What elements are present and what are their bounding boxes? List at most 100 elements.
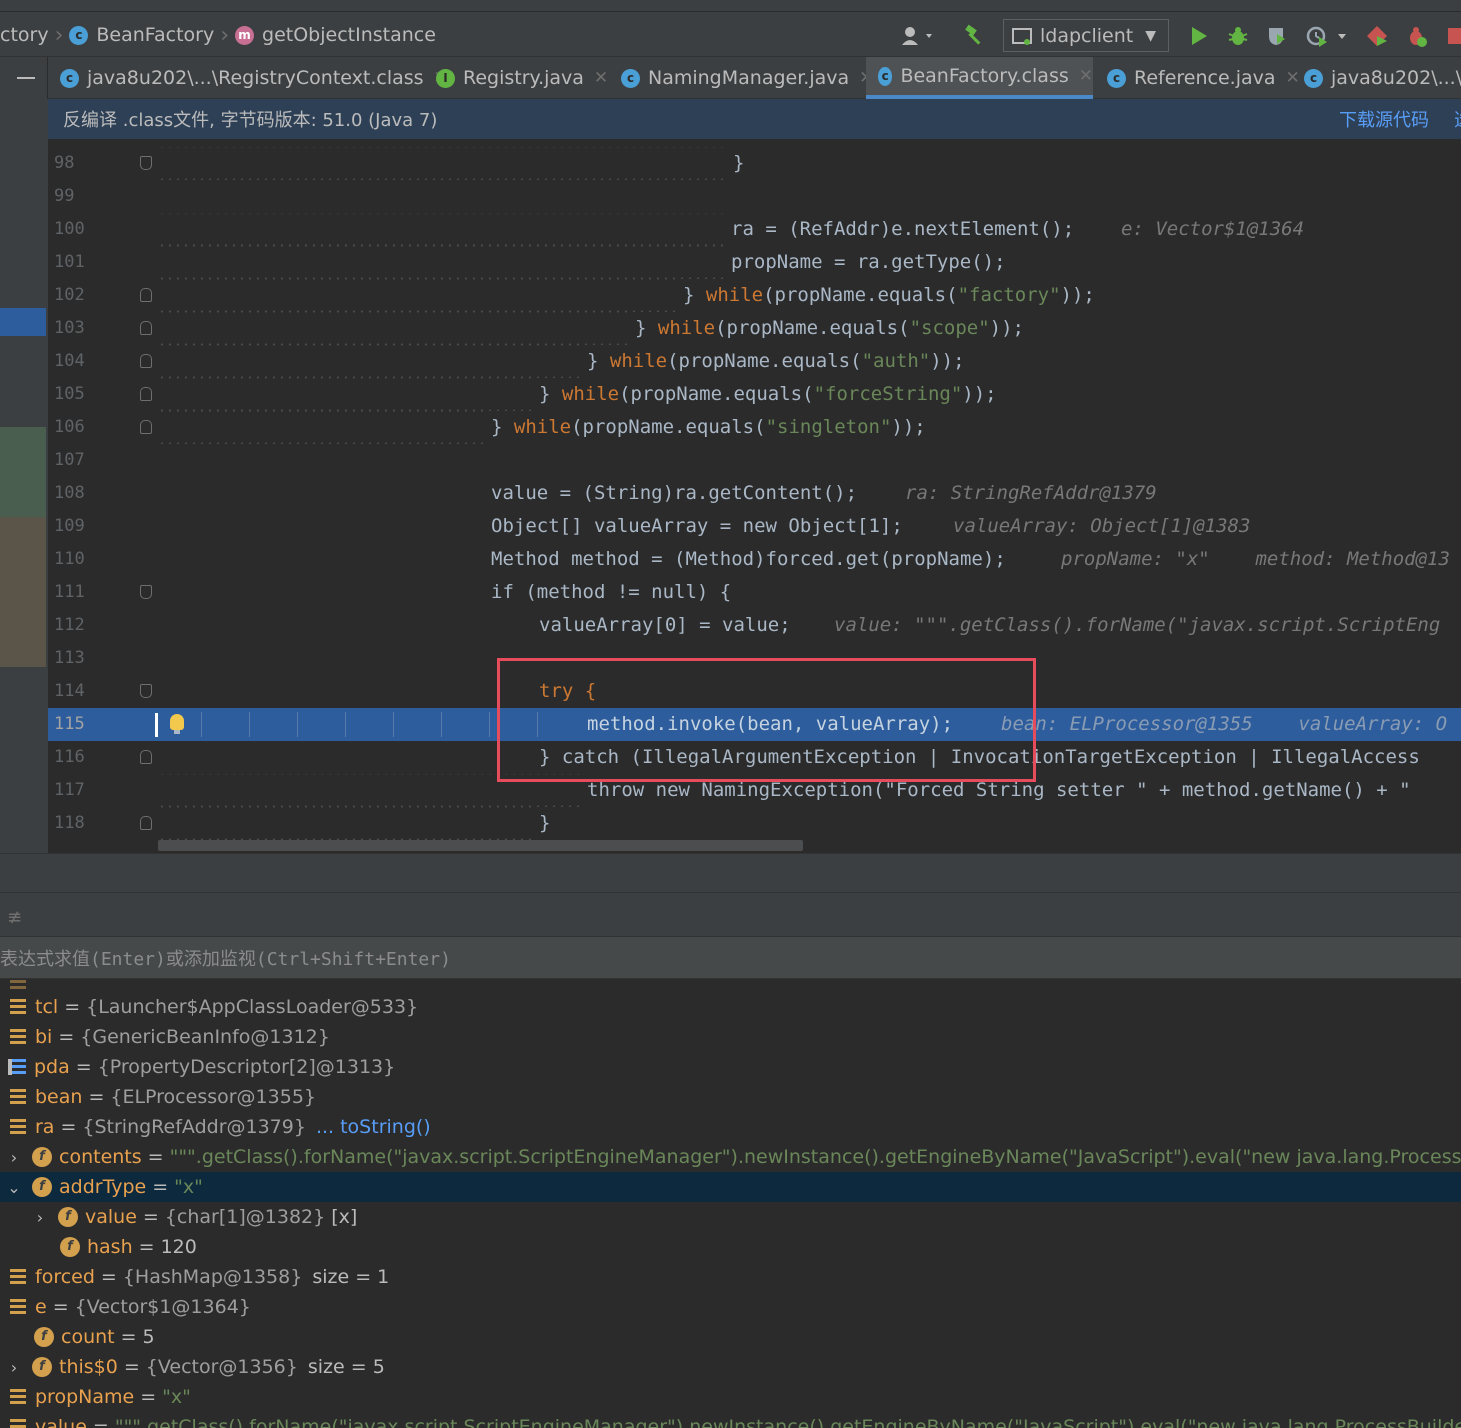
code-token: } [491,416,514,438]
code-editor[interactable]: 98 } 99 100 ra = (RefAddr)e.nextElement(… [48,139,1461,853]
horizontal-scrollbar[interactable] [158,840,803,851]
code-line: 112 valueArray[0] = value; value: """.ge… [48,609,1461,642]
code-token: (propName.equals( [619,383,814,405]
fold-marker-icon[interactable] [140,585,152,599]
code-token: )); [989,317,1024,339]
fold-marker-icon[interactable] [140,288,152,302]
run-icon[interactable] [1187,22,1211,50]
tab-java8u202-r[interactable]: c java8u202\...\R [1292,57,1461,99]
attach-debugger-icon[interactable] [1364,22,1390,50]
line-number: 107 [54,450,85,470]
menu-bar-remnant [0,0,1461,12]
variable-value: 120 [160,1236,197,1258]
code-text: value = (String)ra.getContent(); [491,482,858,504]
breadcrumb-package[interactable]: ctory [0,24,49,46]
field-icon: f [32,1177,52,1197]
variable-row[interactable]: › f contents = """.getClass().forName("ja… [0,1142,1461,1172]
variable-row[interactable]: e = {Vector$1@1364} [0,1292,1461,1322]
fold-marker-icon[interactable] [140,156,152,170]
variable-row[interactable]: value = """.getClass().forName("javax.scr… [0,1412,1461,1428]
tab-registrycontext[interactable]: c java8u202\...\RegistryContext.class ✕ [48,57,448,99]
code-string: "auth" [861,350,931,372]
stripe-block-olive [0,517,46,667]
variable-row[interactable]: › f this$0 = {Vector@1356} size = 5 [0,1352,1461,1382]
variable-row[interactable]: ra = {StringRefAddr@1379} ... toString() [0,1112,1461,1142]
variable-row[interactable]: bi = {GenericBeanInfo@1312} [0,1022,1461,1052]
code-token: } [539,383,562,405]
chevron-down-icon: ▼ [1145,27,1157,44]
choose-sources-link[interactable]: 选 [1454,106,1461,132]
variable-row[interactable]: f hash = 120 [0,1232,1461,1262]
stop-icon[interactable] [1446,22,1461,50]
variable-row[interactable]: f count = 5 [0,1322,1461,1352]
line-number: 100 [54,219,85,239]
code-text: if (method != null) { [491,581,732,603]
code-text: valueArray[0] = value; [539,614,791,636]
tostring-link[interactable]: ... toString() [316,1116,431,1138]
fold-marker-icon[interactable] [140,387,152,401]
chevron-right-icon[interactable]: › [32,1208,48,1227]
inline-debug-hint: propName: "x" method: Method@13 [1061,548,1450,570]
debug-bug-icon[interactable] [1225,22,1251,50]
local-variable-icon [10,1299,26,1315]
chevron-right-icon[interactable]: › [6,1148,22,1167]
field-icon: f [34,1327,54,1347]
variable-row-selected[interactable]: ⌄ f addrType = "x" [0,1172,1461,1202]
download-sources-link[interactable]: 下载源代码 [1339,106,1429,132]
tab-registry[interactable]: I Registry.java ✕ [424,57,608,99]
variable-row[interactable]: bean = {ELProcessor@1355} [0,1082,1461,1112]
fold-marker-icon[interactable] [140,321,152,335]
code-line: 106 } while(propName.equals("singleton")… [48,411,1461,444]
variable-value: {char[1]@1382} [164,1206,326,1228]
fold-marker-icon[interactable] [140,816,152,830]
code-string: "singleton" [765,416,892,438]
code-token: )); [962,383,997,405]
variable-row[interactable]: pda = {PropertyDescriptor[2]@1313} [0,1052,1461,1082]
close-icon[interactable]: ✕ [594,68,608,88]
chevron-down-icon[interactable]: ⌄ [6,1178,22,1197]
line-number: 117 [54,780,85,800]
local-variable-icon [10,1419,26,1428]
tab-label: BeanFactory.class [900,65,1069,87]
tab-namingmanager[interactable]: c NamingManager.java ✕ [609,57,873,99]
stripe-selection [0,308,46,336]
local-variable-icon [10,999,26,1015]
debug-stop-icon[interactable] [1403,22,1429,50]
breadcrumb-method[interactable]: getObjectInstance [262,24,436,46]
fold-marker-icon[interactable] [140,684,152,698]
variable-row[interactable]: forced = {HashMap@1358} size = 1 [0,1262,1461,1292]
coverage-icon[interactable] [1264,22,1290,50]
code-text: propName = ra.getType(); [731,251,1006,273]
variable-value: "x" [162,1386,191,1408]
variable-name: pda [34,1056,70,1078]
fold-marker-icon[interactable] [140,750,152,764]
code-token: )); [1060,284,1095,306]
variable-row[interactable]: propName = "x" [0,1382,1461,1412]
variable-row[interactable]: › f value = {char[1]@1382} [x] [0,1202,1461,1232]
chevron-right-icon[interactable]: › [6,1358,22,1377]
code-token: (propName.equals( [667,350,862,372]
breadcrumb-class[interactable]: BeanFactory [96,24,214,46]
evaluate-expression-field[interactable]: 表达式求值(Enter)或添加监视(Ctrl+Shift+Enter) [0,937,1461,979]
code-line: 118 } [48,807,1461,840]
tab-beanfactory[interactable]: c BeanFactory.class ✕ [866,57,1093,99]
run-configuration-select[interactable]: ldapclient ▼ [1003,19,1169,52]
close-icon[interactable]: ✕ [1079,66,1093,86]
fold-marker-icon[interactable] [140,420,152,434]
field-icon: f [58,1207,78,1227]
variable-value: """.getClass().forName("javax.script.Scr… [169,1146,1461,1168]
frames-toggle-icon[interactable]: ≢ [7,907,22,928]
build-hammer-icon[interactable] [962,22,988,50]
fold-marker-icon[interactable] [140,354,152,368]
profile-dropdown-icon[interactable] [1304,22,1352,50]
code-token: (propName.equals( [571,416,766,438]
variable-value: {StringRefAddr@1379} [82,1116,306,1138]
variable-name: value [85,1206,137,1228]
collapse-project-button[interactable] [0,57,48,99]
tab-reference[interactable]: c Reference.java ✕ [1095,57,1300,99]
variable-row[interactable]: tcl = {Launcher$AppClassLoader@533} [0,992,1461,1022]
tab-label: java8u202\...\R [1331,67,1461,89]
lightbulb-icon[interactable] [170,714,184,734]
navigation-bar: ctory › c BeanFactory › m getObjectInsta… [0,0,1461,57]
user-dropdown-icon[interactable] [898,22,938,50]
